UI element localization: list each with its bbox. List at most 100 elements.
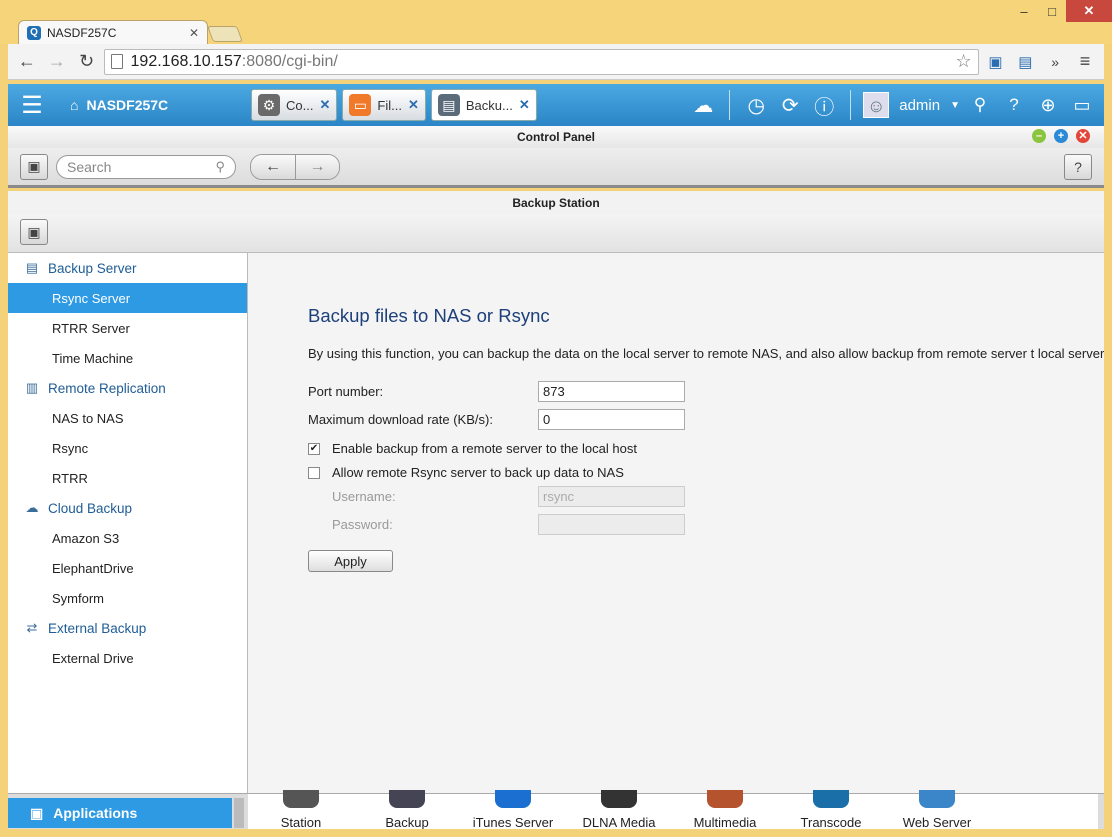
sidebar-item-time-machine[interactable]: Time Machine [8, 343, 247, 373]
app-tab-control-panel[interactable]: ⚙ Co... ✕ [251, 89, 338, 121]
dock-app-web-server[interactable]: Web Server [884, 790, 990, 830]
globe-icon[interactable]: ⊕ [1034, 91, 1062, 119]
monitor-icon[interactable]: ▭ [1068, 91, 1096, 119]
browser-tab[interactable]: Q NASDF257C ✕ [18, 20, 208, 44]
download-rate-input[interactable]: 0 [538, 409, 685, 430]
backup-station-toolbar: ▣ [8, 215, 1104, 253]
new-tab-button[interactable] [207, 26, 243, 42]
sidebar-item-rtrr-server[interactable]: RTRR Server [8, 313, 247, 343]
allow-rsync-checkbox[interactable] [308, 466, 320, 479]
help-icon[interactable]: ? [1000, 91, 1028, 119]
clock-icon[interactable]: ◷ [742, 91, 770, 119]
replication-icon: ▥ [25, 380, 39, 395]
cloud-icon[interactable]: ☁ [689, 91, 717, 119]
app-tab-label: Co... [286, 97, 314, 113]
sidebar-group-external-backup[interactable]: ⇄ External Backup [8, 613, 247, 643]
back-arrow-icon[interactable]: ← [251, 154, 295, 179]
close-icon[interactable]: ✕ [408, 97, 419, 113]
search-icon[interactable]: ⚲ [966, 91, 994, 119]
username-label: Username: [332, 489, 396, 504]
user-menu[interactable]: admin [899, 97, 940, 114]
sidebar-item-amazon-s3[interactable]: Amazon S3 [8, 523, 247, 553]
panel-layout-button[interactable]: ▣ [20, 219, 48, 245]
search-icon: ⚲ [215, 158, 225, 174]
forward-arrow-icon[interactable]: → [44, 49, 70, 75]
port-label: Port number: [308, 384, 384, 399]
sidebar-item-nas-to-nas[interactable]: NAS to NAS [8, 403, 247, 433]
close-icon[interactable]: ✕ [519, 97, 530, 113]
port-number-input[interactable]: 873 [538, 381, 685, 402]
sidebar-item-elephantdrive[interactable]: ElephantDrive [8, 553, 247, 583]
applications-button[interactable]: ▣ Applications [8, 798, 232, 828]
back-arrow-icon[interactable]: ← [14, 49, 40, 75]
maximize-window-icon[interactable]: + [1054, 129, 1068, 143]
station-icon [283, 790, 319, 808]
close-icon[interactable]: ✕ [319, 97, 330, 113]
app-tab-file-station[interactable]: ▭ Fil... ✕ [342, 89, 426, 121]
enable-backup-checkbox[interactable]: ✔ [308, 442, 320, 455]
dock-app-dlna-media[interactable]: DLNA Media [566, 790, 672, 830]
sidebar-group-remote-replication[interactable]: ▥ Remote Replication [8, 373, 247, 403]
sidebar-group-label: External Backup [48, 620, 147, 636]
sync-arrows-icon: ⇄ [26, 620, 38, 635]
backup-station-title: Backup Station [8, 191, 1104, 215]
control-panel-toolbar: ▣ Search ⚲ ← → ? [8, 148, 1104, 188]
dock-apps: Station Backup iTunes Server DLNA Media … [248, 790, 1098, 830]
bookmark-star-icon[interactable]: ☆ [955, 51, 971, 72]
address-bar[interactable]: 192.168.10.157:8080/cgi-bin/ ☆ [103, 48, 979, 75]
close-tab-icon[interactable]: ✕ [189, 26, 199, 40]
dock-scrollbar[interactable] [234, 798, 244, 828]
avatar[interactable]: ☺ [863, 92, 890, 118]
more-extensions-icon[interactable]: » [1042, 49, 1068, 75]
window-frame-bottom [0, 829, 1112, 837]
info-icon[interactable]: ⓘ [810, 91, 838, 119]
password-input[interactable] [538, 514, 685, 535]
dock-app-backup[interactable]: Backup [354, 790, 460, 830]
dock-app-transcode[interactable]: Transcode [778, 790, 884, 830]
search-input[interactable]: Search ⚲ [56, 154, 236, 179]
top-bar-actions: ☁ ◷ ⟳ ⓘ ☺ admin ▼ ⚲ ? ⊕ ▭ [689, 90, 1104, 120]
music-note-icon [495, 790, 531, 808]
maximize-icon[interactable]: □ [1038, 0, 1066, 22]
url-host: 192.168.10.157 [130, 52, 242, 70]
sidebar-item-external-drive[interactable]: External Drive [8, 643, 247, 673]
backup-icon: ▤ [437, 94, 460, 116]
dock-app-station[interactable]: Station [248, 790, 354, 830]
app-tab-label: Fil... [377, 97, 402, 113]
chevron-down-icon[interactable]: ▼ [950, 100, 960, 111]
forward-arrow-icon[interactable]: → [295, 154, 339, 179]
main-menu-icon[interactable]: ☰ [8, 84, 56, 126]
sidebar-item-rsync[interactable]: Rsync [8, 433, 247, 463]
minimize-window-icon[interactable]: – [1032, 129, 1046, 143]
dock-app-itunes-server[interactable]: iTunes Server [460, 790, 566, 830]
browser-toolbar: ← → ↻ 192.168.10.157:8080/cgi-bin/ ☆ ▣ ▤… [8, 44, 1104, 80]
sidebar-item-symform[interactable]: Symform [8, 583, 247, 613]
window-close-icon[interactable]: ✕ [1066, 0, 1112, 22]
sidebar-group-backup-server[interactable]: ▤ Backup Server [8, 253, 247, 283]
sidebar-group-cloud-backup[interactable]: ☁ Cloud Backup [8, 493, 247, 523]
globe-icon [919, 790, 955, 808]
extension-screen-icon[interactable]: ▤ [1012, 49, 1038, 75]
dock-app-label: DLNA Media [582, 815, 656, 830]
dock-app-multimedia[interactable]: Multimedia [672, 790, 778, 830]
close-window-icon[interactable]: ✕ [1076, 129, 1090, 143]
browser-menu-icon[interactable]: ≡ [1072, 49, 1098, 75]
panel-layout-button[interactable]: ▣ [20, 153, 48, 180]
browser-titlebar: Q NASDF257C ✕ – □ ✕ [0, 0, 1112, 44]
enable-backup-row: ✔ Enable backup from a remote server to … [308, 441, 637, 456]
extension-folder-icon[interactable]: ▣ [983, 49, 1009, 75]
reload-icon[interactable]: ↻ [74, 49, 100, 75]
qnap-favicon-icon: Q [27, 25, 41, 40]
page-description: By using this function, you can backup t… [308, 346, 1104, 361]
help-button[interactable]: ? [1064, 153, 1092, 180]
sidebar-item-rsync-server[interactable]: Rsync Server [8, 283, 247, 313]
sidebar-item-rtrr[interactable]: RTRR [8, 463, 247, 493]
dock-app-label: Web Server [902, 815, 972, 830]
app-tab-backup-station[interactable]: ▤ Backu... ✕ [430, 89, 537, 121]
control-panel-title: Control Panel [516, 130, 595, 144]
apply-button[interactable]: Apply [308, 550, 393, 572]
sync-icon[interactable]: ⟳ [776, 91, 804, 119]
minimize-icon[interactable]: – [1010, 0, 1038, 22]
home-button[interactable]: ⌂ NASDF257C [56, 97, 246, 113]
username-input[interactable]: rsync [538, 486, 685, 507]
